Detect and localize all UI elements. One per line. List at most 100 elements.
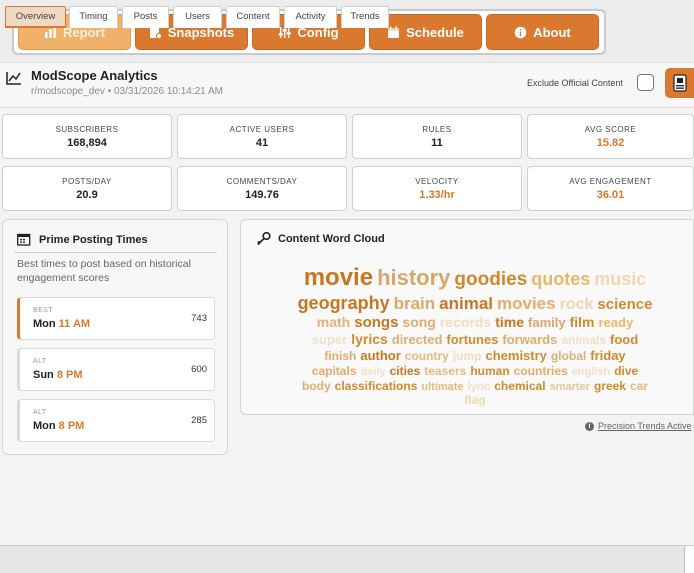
- exclude-official-checkbox[interactable]: [637, 74, 654, 91]
- posting-slot-alt: ALT Sun 8 PM 600: [17, 348, 215, 391]
- slot-score: 600: [191, 364, 207, 375]
- stat-posts-per-day: POSTS/DAY 20.9: [2, 166, 172, 211]
- stat-value: 36.01: [596, 189, 625, 201]
- cloud-word: forwards: [502, 332, 558, 347]
- tab-users[interactable]: Users: [173, 6, 222, 28]
- word-cloud-row: geography brain animal movies rock science: [265, 292, 685, 314]
- stat-label: RULES: [422, 125, 452, 134]
- calendar-clock-icon: [17, 233, 31, 246]
- nav-schedule-label: Schedule: [406, 24, 464, 40]
- cloud-word: movie: [303, 264, 374, 291]
- word-cloud-row: math songs song records time family film ready: [265, 314, 685, 331]
- slot-time: 11 AM: [58, 318, 91, 330]
- slot-day: Mon 11 AM: [33, 318, 90, 330]
- stat-value: 41: [255, 137, 269, 149]
- cloud-word: family: [528, 315, 566, 330]
- word-cloud-title: Content Word Cloud: [278, 232, 385, 245]
- slot-score: 285: [191, 415, 207, 426]
- page-subtitle: r/modscope_dev • 03/31/2026 10:14:21 AM: [31, 86, 223, 97]
- cloud-word: classifications: [334, 379, 418, 393]
- cloud-word: dive: [614, 364, 639, 378]
- export-button[interactable]: [665, 68, 694, 98]
- stat-rules: RULES 11: [352, 114, 522, 159]
- cloud-word: song: [402, 314, 436, 330]
- stat-label: POSTS/DAY: [62, 177, 112, 186]
- tab-timing[interactable]: Timing: [69, 6, 118, 28]
- cloud-word: math: [316, 314, 351, 330]
- stat-value: 11: [431, 137, 443, 149]
- slot-day-name: Mon: [33, 318, 56, 330]
- word-cloud-row: capitals daily cities teasers human countries…: [265, 363, 685, 378]
- tab-posts[interactable]: Posts: [122, 6, 169, 28]
- word-cloud-row: finish author country jump chemistry global fr…: [265, 348, 685, 363]
- cloud-word: time: [495, 314, 525, 330]
- cloud-word: directed: [391, 332, 443, 347]
- page-title: ModScope Analytics: [31, 68, 158, 83]
- slot-day: Mon 8 PM: [33, 420, 84, 432]
- cloud-word: songs: [354, 314, 399, 331]
- slot-day: Sun 8 PM: [33, 369, 83, 381]
- cloud-word: english: [571, 366, 611, 378]
- stat-avg-engagement: AVG ENGAGEMENT 36.01: [527, 166, 694, 211]
- stat-velocity: VELOCITY 1.33/hr: [352, 166, 522, 211]
- stat-value: 15.82: [596, 137, 625, 149]
- slot-kind: ALT: [33, 358, 47, 365]
- stat-label: ACTIVE USERS: [229, 125, 295, 134]
- export-icon: [672, 74, 687, 92]
- stat-value: 20.9: [76, 189, 98, 201]
- cloud-word: food: [610, 332, 639, 347]
- cloud-word: records: [439, 314, 492, 330]
- precision-trends-link[interactable]: i Precision Trends Active: [585, 421, 692, 431]
- slot-day-name: Mon: [33, 420, 56, 432]
- prime-posting-header: Prime Posting Times: [17, 233, 148, 246]
- cloud-word: quotes: [531, 269, 591, 289]
- tab-trends[interactable]: Trends: [341, 6, 389, 28]
- nav-about-label: About: [533, 24, 571, 40]
- info-icon: i: [585, 421, 594, 431]
- cloud-word: friday: [590, 348, 626, 363]
- cloud-word: lyrics: [351, 331, 388, 347]
- cloud-word: body: [301, 379, 331, 393]
- cloud-word: car: [629, 379, 648, 393]
- cloud-word: countries: [513, 364, 568, 378]
- cloud-word: greek: [593, 379, 626, 393]
- exclude-official-label: Exclude Official Content: [527, 78, 623, 88]
- tab-overview[interactable]: Overview: [5, 6, 66, 28]
- stat-value: 1.33/hr: [419, 189, 455, 201]
- cloud-word: daily: [360, 366, 386, 378]
- cloud-word: chemical: [494, 379, 546, 393]
- tab-content[interactable]: Content: [226, 6, 280, 28]
- posting-slot-best: BEST Mon 11 AM 743: [17, 297, 215, 340]
- stat-avg-score: AVG SCORE 15.82: [527, 114, 694, 159]
- cloud-word: fortunes: [446, 332, 499, 347]
- info-icon: [514, 26, 527, 38]
- slot-day-name: Sun: [33, 369, 54, 381]
- page-header: ModScope Analytics r/modscope_dev • 03/3…: [0, 62, 694, 108]
- cloud-word: ultimate: [421, 381, 464, 393]
- cloud-word: super: [311, 332, 348, 347]
- cloud-word: movies: [497, 294, 556, 313]
- stat-comments-per-day: COMMENTS/DAY 149.76: [177, 166, 347, 211]
- stat-active-users: ACTIVE USERS 41: [177, 114, 347, 159]
- cloud-word: rock: [559, 296, 594, 313]
- cloud-word: music: [594, 269, 647, 289]
- stat-subscribers: SUBSCRIBERS 168,894: [2, 114, 172, 159]
- word-cloud-header: Content Word Cloud: [257, 232, 385, 245]
- prime-posting-title: Prime Posting Times: [39, 233, 148, 246]
- cloud-word: cities: [389, 364, 421, 378]
- tab-activity[interactable]: Activity: [284, 6, 337, 28]
- cloud-word: goodies: [454, 269, 528, 290]
- slot-kind: BEST: [33, 307, 53, 314]
- cloud-word: animals: [561, 333, 607, 347]
- slot-kind: ALT: [33, 409, 47, 416]
- cloud-word: film: [569, 314, 595, 330]
- stat-label: AVG SCORE: [584, 125, 637, 134]
- cloud-word: teasers: [424, 364, 467, 378]
- tab-scroll-handle[interactable]: [684, 546, 694, 573]
- word-cloud-row: super lyrics directed fortunes forwards anima…: [265, 331, 685, 348]
- nav-about-button[interactable]: About: [486, 14, 599, 50]
- cloud-word: finish: [324, 349, 357, 363]
- slot-time: 8 PM: [56, 369, 83, 381]
- cloud-word: global: [550, 349, 587, 363]
- cloud-word: geography: [297, 293, 390, 313]
